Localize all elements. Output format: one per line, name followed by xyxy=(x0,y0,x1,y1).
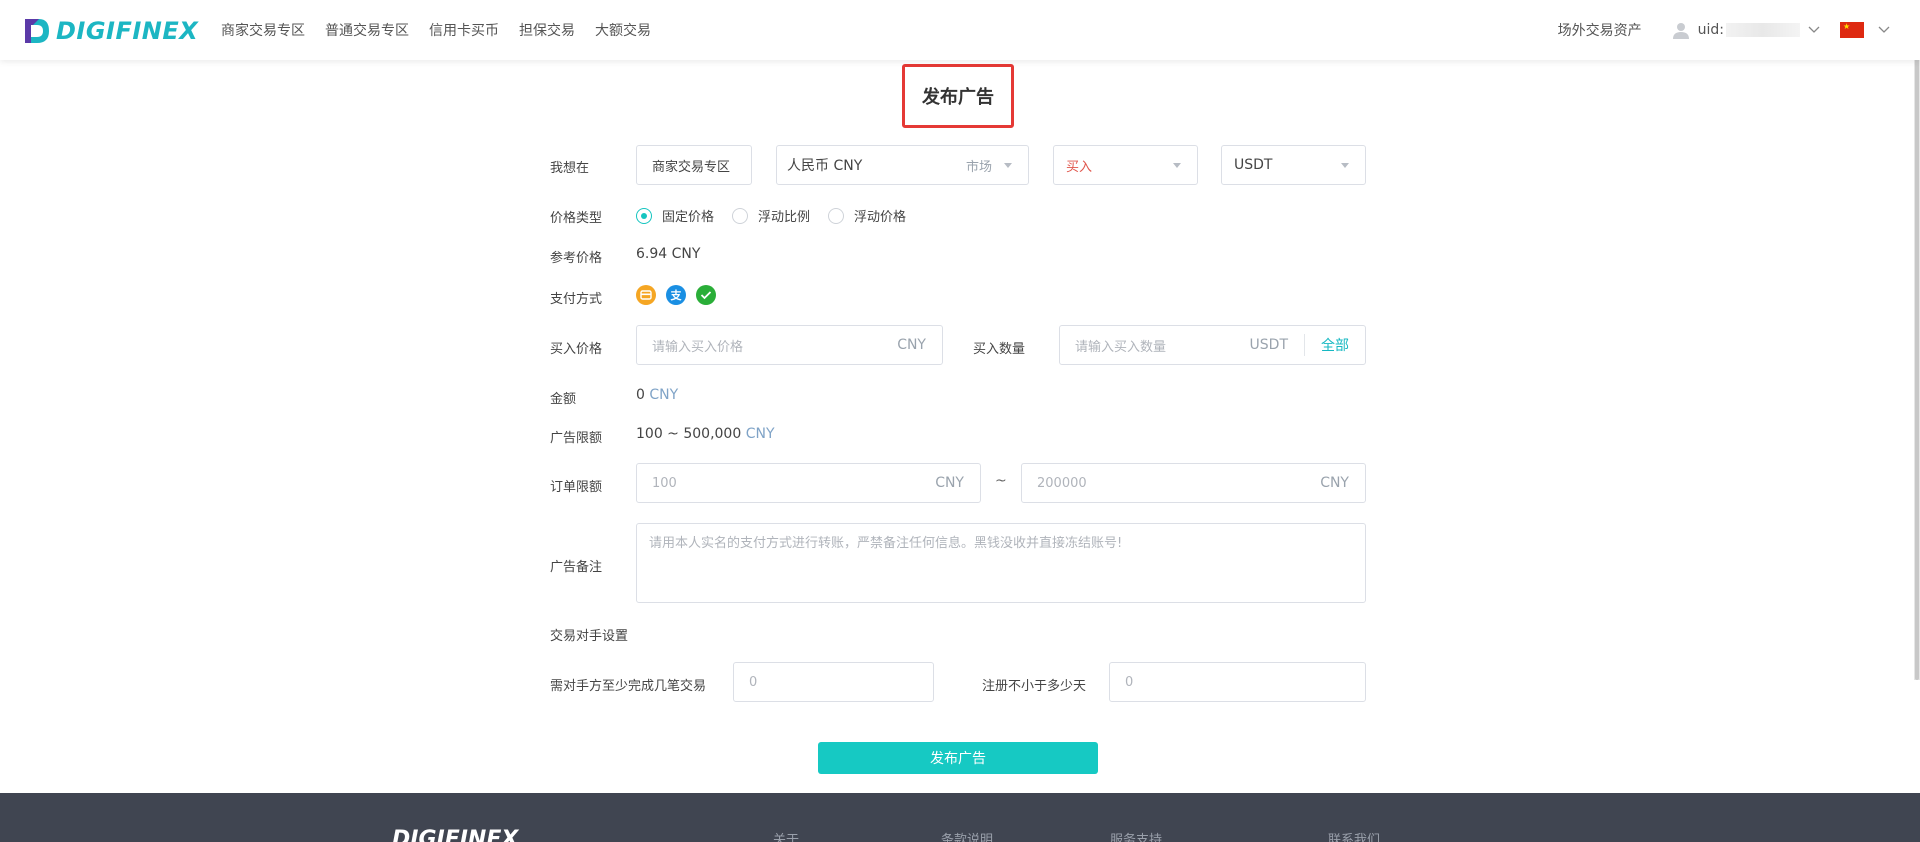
buy-qty-placeholder: 请输入买入数量 xyxy=(1075,339,1167,355)
logo-text: DIGIFINEX xyxy=(56,17,199,45)
radio-float-ratio[interactable] xyxy=(732,207,749,224)
nav-escrow[interactable]: 担保交易 xyxy=(519,20,575,40)
min-trades-input[interactable]: 0 xyxy=(733,662,934,702)
all-button[interactable]: 全部 xyxy=(1304,334,1365,356)
caret-down-icon xyxy=(1173,162,1181,168)
uid-mask xyxy=(1726,23,1800,37)
ad-limit-label: 广告限额 xyxy=(550,431,603,446)
radio-float-price-label[interactable]: 浮动价格 xyxy=(854,206,906,225)
remark-label: 广告备注 xyxy=(550,560,603,575)
amount-label: 金额 xyxy=(550,392,577,407)
footer-link-about[interactable]: 关于 xyxy=(773,829,799,842)
zone-value: 商家交易专区 xyxy=(652,159,731,175)
counterparty-heading: 交易对手设置 xyxy=(550,629,629,644)
want-label: 我想在 xyxy=(550,161,590,176)
buy-price-label: 买入价格 xyxy=(550,342,603,357)
side-select[interactable]: 买入 xyxy=(1053,145,1198,185)
payment-icons: 支 xyxy=(636,285,716,305)
logo-mark-icon xyxy=(25,19,49,43)
remark-textarea[interactable]: 请用本人实名的支付方式进行转账，严禁备注任何信息。黑钱没收并直接冻结账号! xyxy=(636,523,1366,603)
coin-select[interactable]: USDT xyxy=(1221,145,1366,185)
page-title: 发布广告 xyxy=(922,87,994,108)
radio-fixed-price[interactable] xyxy=(636,207,652,224)
scrollbar[interactable] xyxy=(1914,0,1920,680)
uid-label: uid: xyxy=(1697,22,1724,38)
min-days-label: 注册不小于多少天 xyxy=(982,679,1087,694)
currency-select[interactable]: 人民币 CNY 市场 xyxy=(776,145,1029,185)
buy-qty-label: 买入数量 xyxy=(973,342,1026,357)
currency-value: 人民币 CNY xyxy=(787,158,863,174)
bank-card-icon xyxy=(636,285,656,305)
buy-qty-unit: USDT xyxy=(1249,337,1288,353)
alipay-icon: 支 xyxy=(666,285,686,305)
min-days-value: 0 xyxy=(1125,674,1134,690)
nav-bulk[interactable]: 大额交易 xyxy=(595,20,651,40)
chevron-down-icon xyxy=(1808,26,1820,33)
ad-limit-unit: CNY xyxy=(745,426,775,442)
order-min-input[interactable]: 100 CNY xyxy=(636,463,981,503)
amount-unit: CNY xyxy=(649,387,679,403)
ad-limit-display: 100 ~ 500,000 CNY xyxy=(636,426,775,442)
order-min-unit: CNY xyxy=(935,475,964,491)
user-menu[interactable]: uid: xyxy=(1672,21,1820,39)
title-highlight: 发布广告 xyxy=(902,64,1014,128)
order-max-value: 200000 xyxy=(1037,475,1087,491)
order-max-unit: CNY xyxy=(1320,475,1349,491)
radio-float-ratio-label[interactable]: 浮动比例 xyxy=(758,206,810,225)
nav-credit-card[interactable]: 信用卡买币 xyxy=(429,20,499,40)
buy-price-input[interactable]: 请输入买入价格 CNY xyxy=(636,325,943,365)
min-trades-value: 0 xyxy=(749,674,758,690)
buy-qty-input[interactable]: 请输入买入数量 USDT 全部 xyxy=(1059,325,1366,365)
min-days-input[interactable]: 0 xyxy=(1109,662,1366,702)
main-nav: 商家交易专区 普通交易专区 信用卡买币 担保交易 大额交易 xyxy=(221,0,651,60)
coin-value: USDT xyxy=(1234,157,1273,173)
buy-price-placeholder: 请输入买入价格 xyxy=(652,339,744,355)
radio-float-price[interactable] xyxy=(828,207,845,224)
nav-merchant-zone[interactable]: 商家交易专区 xyxy=(221,20,305,40)
caret-down-icon xyxy=(1004,162,1012,168)
header-right: 场外交易资产 uid: ★ xyxy=(1558,0,1890,60)
price-type-radios: 固定价格 浮动比例 浮动价格 xyxy=(636,206,924,225)
wechat-pay-icon xyxy=(696,285,716,305)
footer-link-contact[interactable]: 联系我们 xyxy=(1328,829,1380,842)
nav-normal-zone[interactable]: 普通交易专区 xyxy=(325,20,409,40)
amount-display: 0 CNY xyxy=(636,387,678,403)
top-header: DIGIFINEX 商家交易专区 普通交易专区 信用卡买币 担保交易 大额交易 … xyxy=(0,0,1920,60)
currency-market-tag: 市场 xyxy=(965,159,992,175)
chevron-down-icon[interactable] xyxy=(1878,26,1890,34)
ref-price-label: 参考价格 xyxy=(550,251,603,266)
footer: DIGIFINEX 关于 条款说明 服务支持 联系我们 xyxy=(0,793,1920,842)
footer-link-support[interactable]: 服务支持 xyxy=(1110,829,1162,842)
ad-limit-value: 100 ~ 500,000 xyxy=(636,426,742,442)
price-type-label: 价格类型 xyxy=(550,211,603,226)
user-icon xyxy=(1672,23,1689,39)
publish-ad-button[interactable]: 发布广告 xyxy=(818,742,1098,774)
footer-link-terms[interactable]: 条款说明 xyxy=(941,829,993,842)
logo[interactable]: DIGIFINEX xyxy=(22,14,198,48)
order-max-input[interactable]: 200000 CNY xyxy=(1021,463,1366,503)
min-trades-label: 需对手方至少完成几笔交易 xyxy=(550,679,707,694)
side-value: 买入 xyxy=(1066,159,1093,175)
radio-fixed-label[interactable]: 固定价格 xyxy=(662,206,714,225)
page: DIGIFINEX 商家交易专区 普通交易专区 信用卡买币 担保交易 大额交易 … xyxy=(0,0,1920,842)
footer-logo: DIGIFINEX xyxy=(392,827,519,842)
zone-select[interactable]: 商家交易专区 xyxy=(636,145,752,185)
order-min-value: 100 xyxy=(652,475,677,491)
order-limit-label: 订单限额 xyxy=(550,480,603,495)
ref-price-value: 6.94 CNY xyxy=(636,246,701,262)
otc-assets-link[interactable]: 场外交易资产 xyxy=(1558,20,1642,40)
caret-down-icon xyxy=(1341,162,1349,168)
payment-label: 支付方式 xyxy=(550,292,603,307)
range-tilde: ~ xyxy=(995,473,1007,489)
remark-placeholder: 请用本人实名的支付方式进行转账，严禁备注任何信息。黑钱没收并直接冻结账号! xyxy=(649,536,1123,551)
amount-value: 0 xyxy=(636,387,645,403)
buy-price-unit: CNY xyxy=(897,337,926,353)
china-flag-icon[interactable]: ★ xyxy=(1840,22,1864,38)
